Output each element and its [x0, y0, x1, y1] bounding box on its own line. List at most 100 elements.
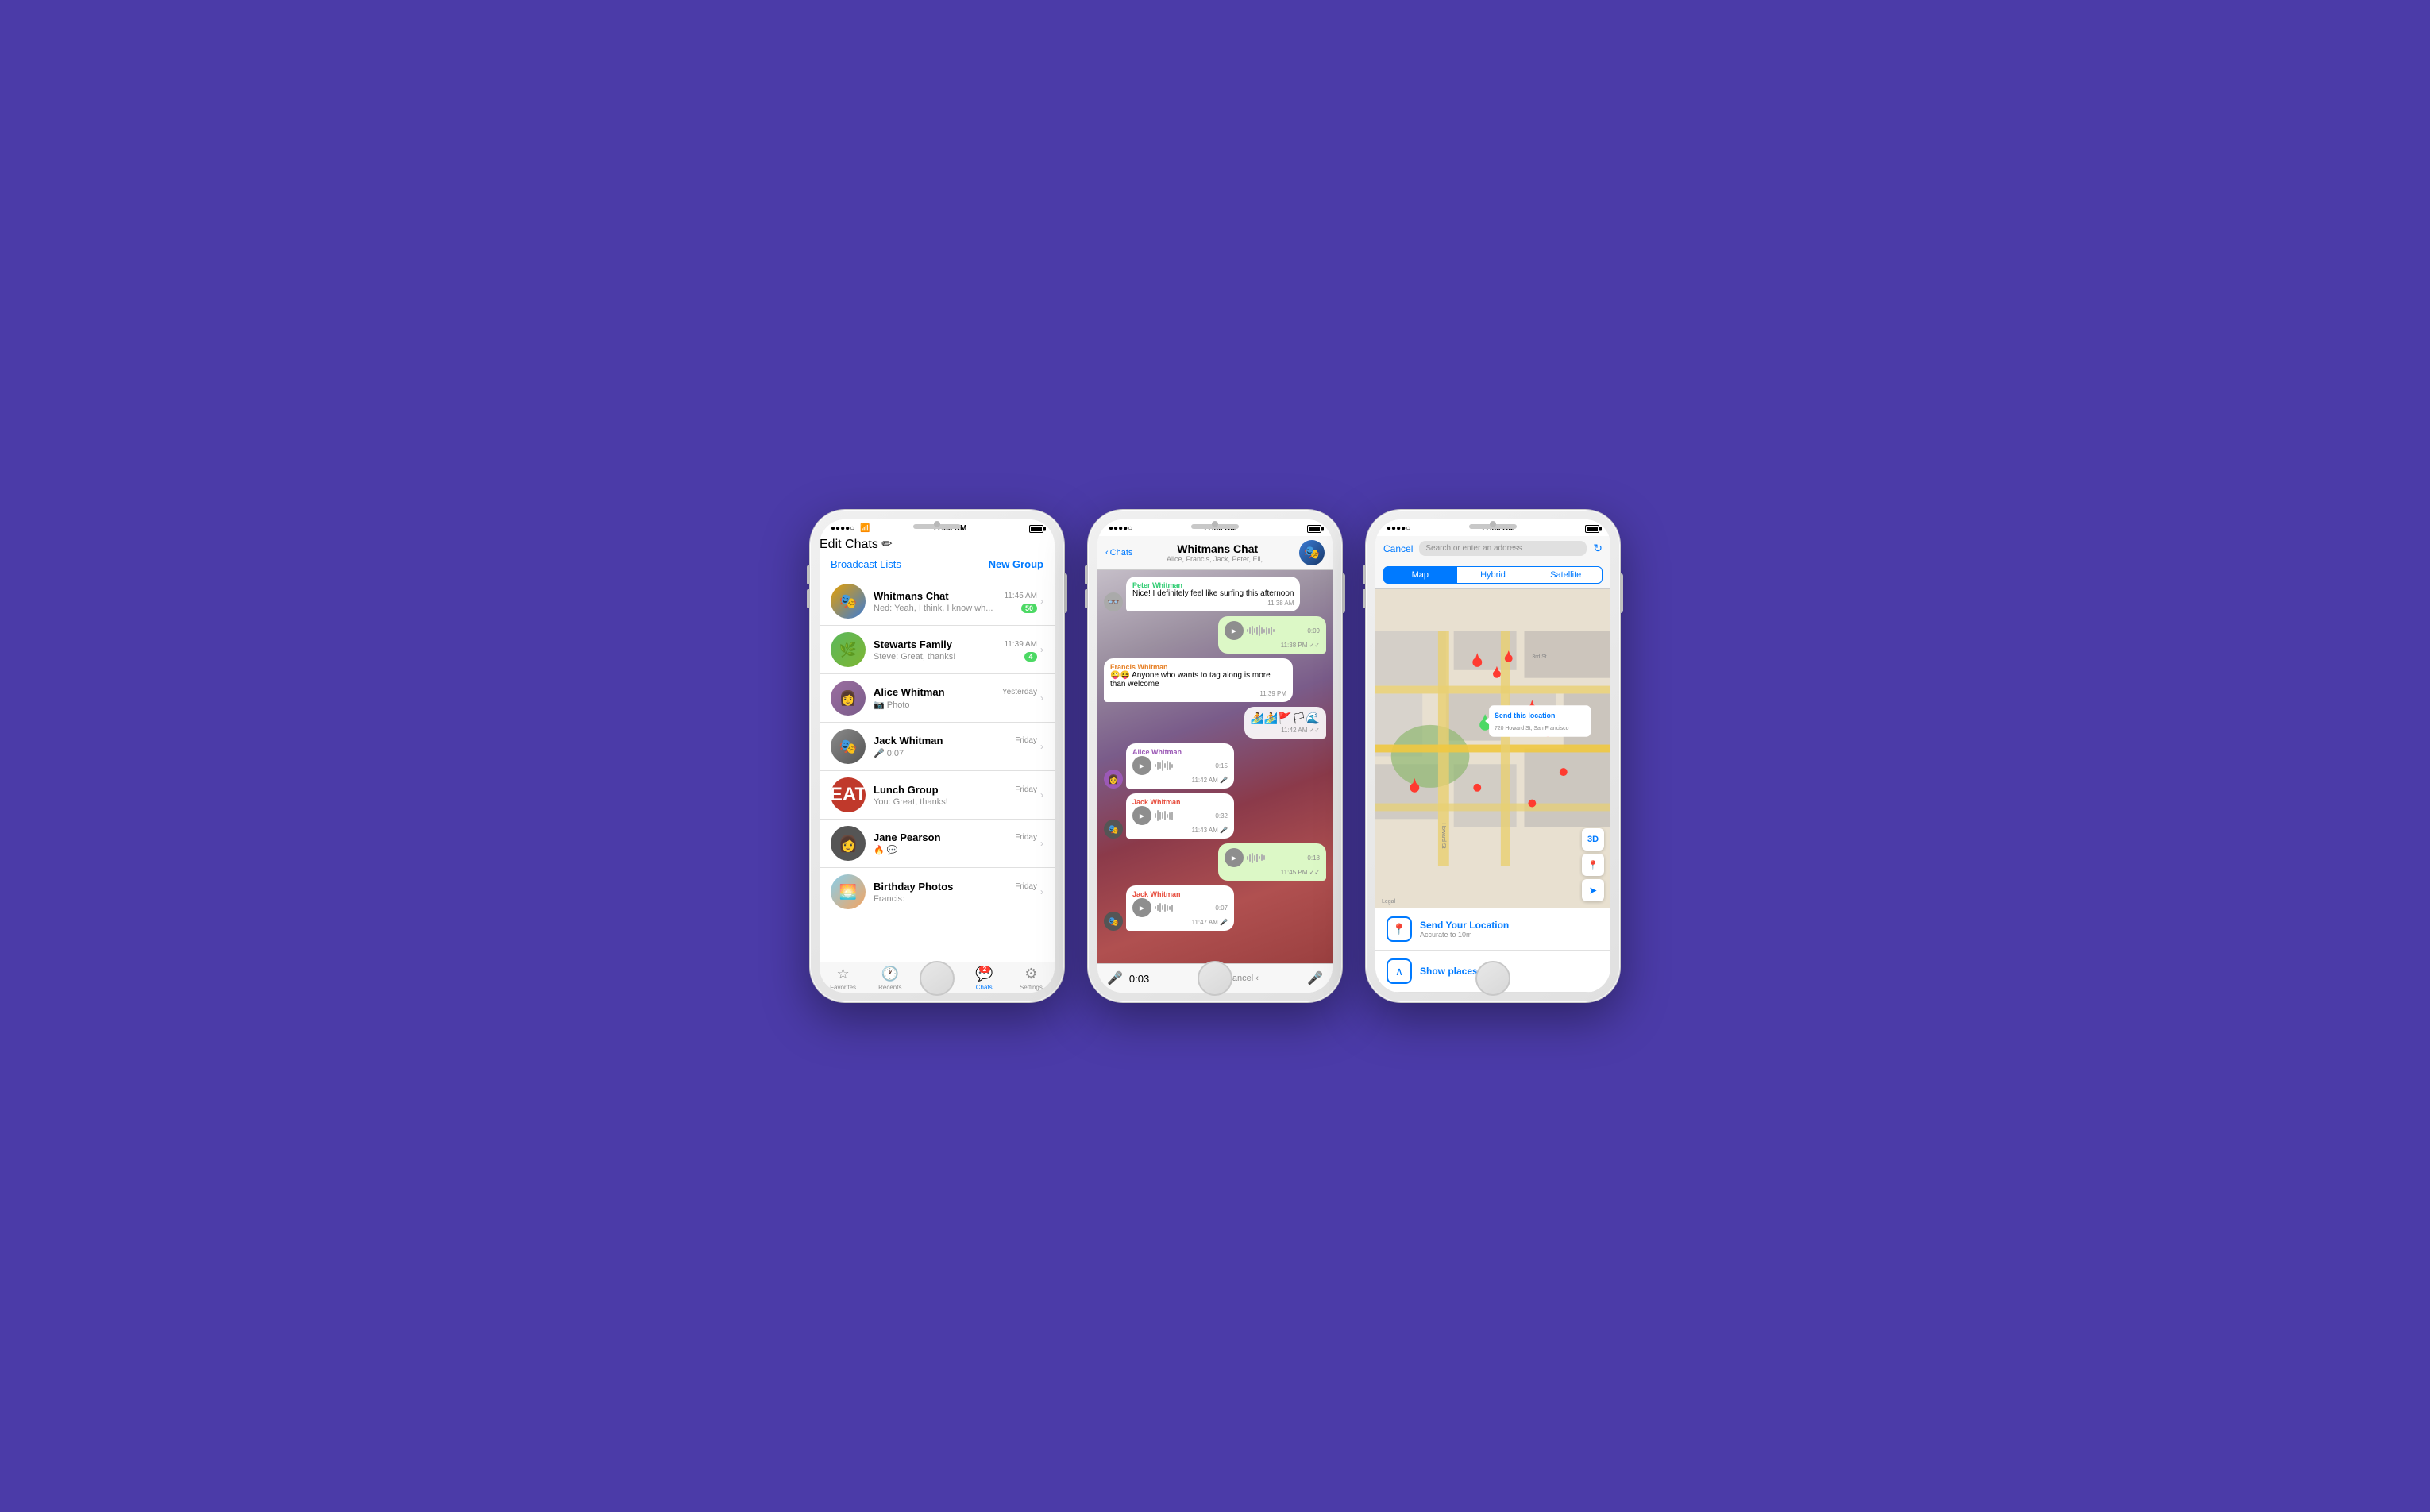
chat-name: Stewarts Family — [874, 638, 952, 650]
chat-preview: Francis: — [874, 894, 904, 904]
chat-item-stewarts[interactable]: 🌿 Stewarts Family 11:39 AM Steve: Great,… — [820, 626, 1055, 674]
battery-2 — [1307, 525, 1321, 533]
send-location-icon: 📍 — [1387, 916, 1412, 942]
audio-duration-jack-2: 0:07 — [1215, 904, 1228, 912]
audio-duration-jack: 0:32 — [1215, 812, 1228, 820]
chat-item-whitmans[interactable]: 🎭 Whitmans Chat 11:45 AM Ned: Yeah, I th… — [820, 577, 1055, 626]
compose-icon[interactable]: ✏ — [881, 538, 892, 551]
audio-bubble-2: ▶ 0:18 — [1225, 848, 1320, 867]
chat-info-whitmans: Whitmans Chat 11:45 AM Ned: Yeah, I thin… — [874, 590, 1037, 613]
bubble-alice: Alice Whitman ▶ 0:15 11:42 AM 🎤 — [1126, 743, 1234, 789]
map-type-satellite[interactable]: Satellite — [1529, 566, 1603, 584]
play-btn-alice[interactable]: ▶ — [1132, 756, 1151, 775]
recording-time: 0:03 — [1129, 973, 1149, 985]
msg-jack-audio-2: 🎭 Jack Whitman ▶ 0:07 11:47 AM 🎤 — [1104, 885, 1326, 931]
avatar-jack: 🎭 — [831, 729, 866, 764]
chat-item-lunch[interactable]: EAT Lunch Group Friday You: Great, thank… — [820, 771, 1055, 820]
pin-button[interactable]: 📍 — [1582, 854, 1604, 876]
home-button-3[interactable] — [1475, 961, 1510, 996]
badge-stewarts: 4 — [1024, 652, 1037, 662]
chat-item-jack[interactable]: 🎭 Jack Whitman Friday 🎤 0:07 › — [820, 723, 1055, 771]
map-area: Howard St 3rd St — [1375, 589, 1610, 908]
phone-chats: ●●●●○ 📶 11:50 AM Edit Chats ✏ Broadcast … — [810, 510, 1064, 1002]
wifi-icon: 📶 — [860, 524, 870, 533]
chat-item-alice[interactable]: 👩 Alice Whitman Yesterday 📷 Photo › — [820, 674, 1055, 723]
avatar-whitmans: 🎭 — [831, 584, 866, 619]
back-label: Chats — [1110, 548, 1133, 557]
play-btn-jack[interactable]: ▶ — [1132, 806, 1151, 825]
send-location-button[interactable]: 📍 Send Your Location Accurate to 10m — [1375, 908, 1610, 951]
sender-alice: Alice Whitman — [1132, 748, 1228, 756]
battery-3 — [1585, 525, 1599, 533]
refresh-icon[interactable]: ↻ — [1593, 542, 1603, 555]
play-btn-2[interactable]: ▶ — [1225, 848, 1244, 867]
badge-whitmans: 50 — [1021, 604, 1037, 613]
group-avatar: 🎭 — [1299, 540, 1325, 565]
group-chat-title: Whitmans Chat — [1136, 542, 1299, 555]
map-type-hybrid[interactable]: Hybrid — [1457, 566, 1530, 584]
avatar-jack-msg-2: 🎭 — [1104, 912, 1123, 931]
chat-name: Jack Whitman — [874, 735, 943, 746]
edit-button[interactable]: Edit — [820, 538, 842, 551]
play-btn-jack-2[interactable]: ▶ — [1132, 898, 1151, 917]
3d-button[interactable]: 3D — [1582, 828, 1604, 850]
mic-blue-icon[interactable]: 🎤 — [1307, 970, 1323, 986]
chats-badge: 2 — [979, 966, 990, 973]
chat-info-alice: Alice Whitman Yesterday 📷 Photo — [874, 686, 1037, 710]
msg-time-alice: 11:42 AM 🎤 — [1132, 777, 1228, 784]
tab-recents[interactable]: 🕐 Recents — [866, 966, 913, 991]
back-button[interactable]: ‹ Chats — [1105, 548, 1132, 557]
chat-name: Jane Pearson — [874, 831, 941, 843]
sender-peter: Peter Whitman — [1132, 581, 1294, 589]
signal-3: ●●●●○ — [1387, 524, 1410, 533]
tab-chats[interactable]: 💬 Chats 2 — [961, 966, 1008, 991]
svg-text:720 Howard St, San Francisco: 720 Howard St, San Francisco — [1495, 726, 1569, 731]
audio-bubble-1: ▶ 0:09 — [1225, 621, 1320, 640]
tab-settings[interactable]: ⚙ Settings — [1008, 966, 1055, 991]
sender-jack-2: Jack Whitman — [1132, 890, 1228, 898]
bubble-sent-1: ▶ 0:09 11:38 PM ✓✓ — [1218, 616, 1326, 654]
chat-item-birthday[interactable]: 🌅 Birthday Photos Friday Francis: › — [820, 868, 1055, 916]
audio-bubble-jack-2: ▶ 0:07 — [1132, 898, 1228, 917]
new-group-button[interactable]: New Group — [989, 558, 1043, 570]
search-field[interactable]: Search or enter an address — [1419, 541, 1587, 556]
chat-preview: 🔥 💬 — [874, 845, 897, 855]
bubble-emoji: 🏄🏄🚩🏳🌊 11:42 AM ✓✓ — [1244, 707, 1327, 739]
map-type-map[interactable]: Map — [1383, 566, 1457, 584]
sender-jack: Jack Whitman — [1132, 798, 1228, 806]
cancel-button[interactable]: Cancel — [1383, 543, 1413, 554]
chat-name: Alice Whitman — [874, 686, 945, 698]
show-places-info: Show places — [1420, 966, 1478, 977]
msg-time-emoji: 11:42 AM ✓✓ — [1251, 727, 1321, 734]
svg-text:Howard St: Howard St — [1441, 823, 1446, 848]
msg-text-francis: 😜😝 Anyone who wants to tag along is more… — [1110, 671, 1286, 688]
show-places-title: Show places — [1420, 966, 1478, 977]
avatar-alice: 👩 — [831, 681, 866, 716]
avatar-peter-msg: 👓 — [1104, 592, 1123, 611]
phone-map: ●●●●○ 11:50 AM Cancel Search or enter an… — [1366, 510, 1620, 1002]
time-2: 11:50 AM — [1203, 524, 1237, 533]
chat-item-jane[interactable]: 👩 Jane Pearson Friday 🔥 💬 › — [820, 820, 1055, 868]
tab-favorites[interactable]: ☆ Favorites — [820, 966, 866, 991]
play-btn-1[interactable]: ▶ — [1225, 621, 1244, 640]
chevron-icon: › — [1040, 596, 1043, 607]
msg-sent-audio-1: ▶ 0:09 11:38 PM ✓✓ — [1104, 616, 1326, 654]
home-button-1[interactable] — [920, 961, 955, 996]
msg-sent-audio-2: ▶ 0:18 11:45 PM ✓✓ — [1104, 843, 1326, 881]
bubble-sent-2: ▶ 0:18 11:45 PM ✓✓ — [1218, 843, 1326, 881]
msg-time-peter: 11:38 AM — [1132, 600, 1294, 607]
chat-time: Friday — [1015, 785, 1037, 794]
chat-name: Birthday Photos — [874, 881, 953, 893]
chats-title: Chats — [845, 538, 878, 551]
home-button-2[interactable] — [1198, 961, 1232, 996]
broadcast-bar: Broadcast Lists New Group — [820, 552, 1055, 577]
location-arrow-button[interactable]: ➤ — [1582, 879, 1604, 901]
chat-time: 11:45 AM — [1004, 592, 1037, 600]
avatar-birthday: 🌅 — [831, 874, 866, 909]
settings-icon: ⚙ — [1024, 966, 1037, 982]
msg-time-sent-1: 11:38 PM ✓✓ — [1225, 642, 1320, 649]
chevron-icon: › — [1040, 644, 1043, 655]
audio-duration-1: 0:09 — [1307, 627, 1320, 634]
broadcast-lists-link[interactable]: Broadcast Lists — [831, 558, 901, 570]
chat-time: Friday — [1015, 833, 1037, 842]
